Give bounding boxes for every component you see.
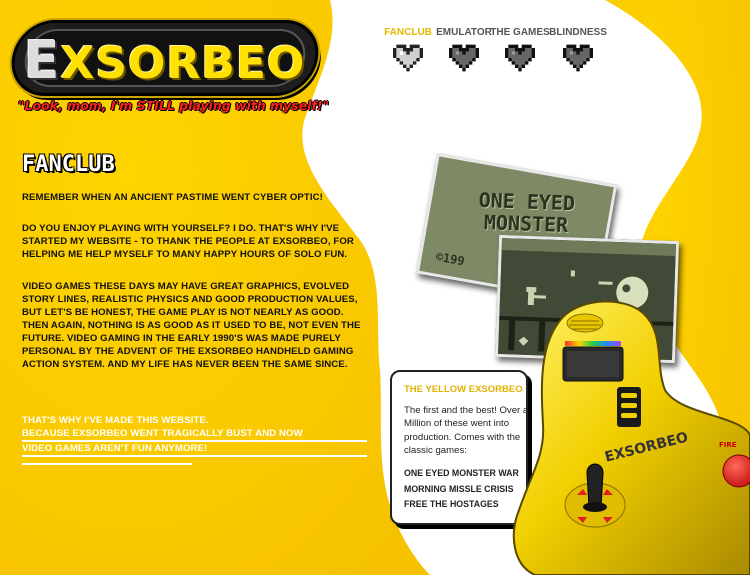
closing-line-2[interactable]: BECAUSE EXSORBEO WENT TRAGICALLY BUST AN…: [22, 427, 367, 442]
handheld-device-image: EXSORBEO FIRE: [512, 300, 750, 575]
game-list-item[interactable]: FREE THE HOSTAGES: [404, 497, 519, 513]
divider: [22, 463, 192, 465]
section-title: FANCLUB: [22, 152, 115, 177]
tagline: "Look, mom, I'm STILL playing with mysel…: [18, 98, 330, 113]
fire-button: [722, 454, 750, 488]
fire-label: FIRE: [719, 441, 737, 449]
paragraph-enjoy: DO YOU ENJOY PLAYING WITH YOURSELF? I DO…: [22, 223, 354, 260]
game-list: ONE EYED MONSTER WAR MORNING MISSLE CRIS…: [404, 466, 519, 513]
paragraph-history: VIDEO GAMES THESE DAYS MAY HAVE GREAT GR…: [22, 281, 361, 370]
logo-text: EXSORBEO: [23, 31, 306, 91]
site-logo[interactable]: EXSORBEO: [6, 20, 324, 96]
game-list-item[interactable]: MORNING MISSLE CRISIS: [404, 482, 519, 498]
page: EXSORBEO "Look, mom, I'm STILL playing w…: [0, 0, 750, 575]
rainbow-stripe: [565, 341, 621, 346]
nav-label: FANCLUB: [384, 27, 432, 38]
closing-line-3[interactable]: VIDEO GAMES AREN'T FUN ANYMORE!: [22, 442, 367, 457]
joystick-stick: [586, 463, 604, 508]
pixel-heart-icon: [449, 44, 479, 72]
logo-wordmark: XSORBEO: [60, 38, 306, 89]
nav-label: THE GAMES: [490, 27, 550, 38]
nav-item-blindness[interactable]: BLINDNESS: [548, 27, 608, 72]
paragraph-intro: REMEMBER WHEN AN ANCIENT PASTIME WENT CY…: [22, 192, 323, 203]
game-list-item[interactable]: ONE EYED MONSTER WAR: [404, 466, 519, 482]
closing-links[interactable]: THAT'S WHY I'VE MADE THIS WEBSITE. BECAU…: [22, 414, 367, 457]
pixel-heart-icon: [393, 44, 423, 72]
nav-item-emulator[interactable]: EMULATOR: [434, 27, 494, 72]
pixel-heart-icon: [505, 44, 535, 72]
nav-label: EMULATOR: [436, 27, 492, 38]
pixel-heart-icon: [563, 44, 593, 72]
nav-item-fanclub[interactable]: FANCLUB: [378, 27, 438, 72]
nav-item-the-games[interactable]: THE GAMES: [490, 27, 550, 72]
closing-line-1: THAT'S WHY I'VE MADE THIS WEBSITE.: [22, 415, 209, 426]
nav-label: BLINDNESS: [549, 27, 607, 38]
